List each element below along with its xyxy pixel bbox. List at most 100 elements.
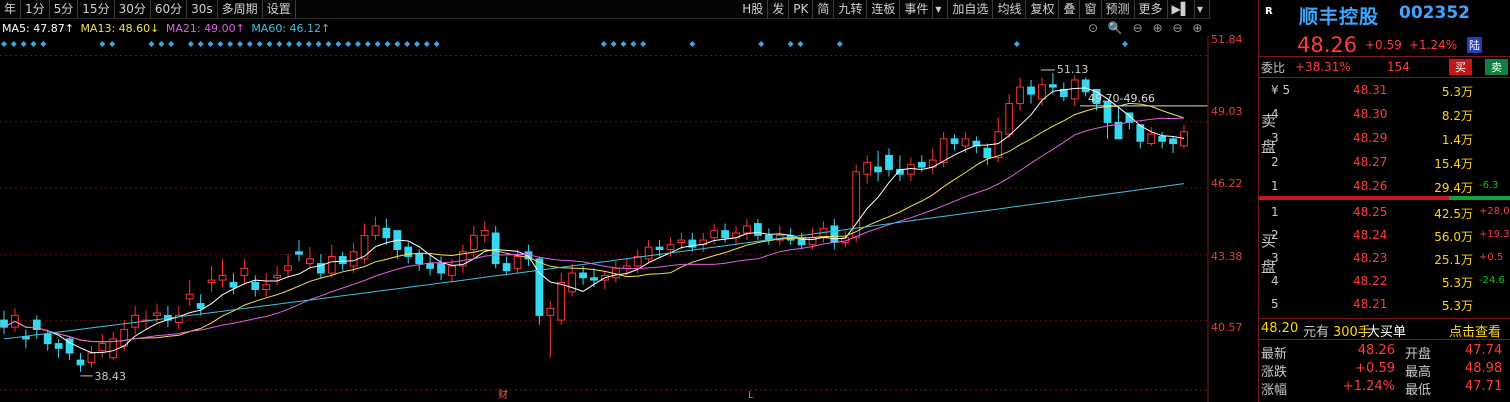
big-order-unit: 元有 xyxy=(1303,325,1330,340)
signal-diamond xyxy=(364,41,371,47)
period-tab[interactable]: 5分 xyxy=(50,0,79,18)
candle-body xyxy=(371,225,380,236)
period-tab[interactable]: 设置 xyxy=(263,0,296,18)
r-badge: R xyxy=(1265,6,1273,17)
signal-diamond xyxy=(384,41,391,47)
period-tab[interactable]: 60分 xyxy=(151,0,188,18)
period-tab[interactable]: 30s xyxy=(187,0,218,18)
price-tick: 43.38 xyxy=(1211,250,1243,263)
chart-function-tab[interactable]: H股 xyxy=(738,0,769,18)
signal-diamond xyxy=(797,41,804,47)
period-tab[interactable]: 30分 xyxy=(115,0,151,18)
signal-diamond xyxy=(10,41,17,47)
candle-body xyxy=(535,258,544,316)
chart-function-tab[interactable]: 简 xyxy=(813,0,835,18)
chart-function-tab[interactable]: 发 xyxy=(768,0,790,18)
candle-body xyxy=(153,312,161,316)
candle-body xyxy=(284,265,292,272)
signal-diamond xyxy=(237,41,243,47)
view-icon[interactable]: ⊙ xyxy=(1088,21,1098,35)
signal-diamond xyxy=(187,41,194,47)
candlestick-chart[interactable]: 51.13 38.43 49.70-49.66 财 L xyxy=(0,36,1258,402)
candle-body xyxy=(54,343,63,349)
orderbook-row[interactable]: 2 48.27 15.4万 xyxy=(1259,152,1510,174)
signal-diamond xyxy=(246,41,253,47)
candle-body xyxy=(1016,86,1024,105)
candle-body xyxy=(1147,133,1156,145)
stock-name: 顺丰控股 xyxy=(1299,6,1380,28)
candle-body xyxy=(295,251,303,255)
signal-diamond xyxy=(404,41,411,47)
signal-diamond xyxy=(433,41,440,47)
stat-value: +1.24% xyxy=(1342,379,1395,394)
orderbook-level: 5 xyxy=(1271,297,1279,311)
search-icon[interactable]: 🔍 xyxy=(1108,21,1123,35)
orderbook-row[interactable]: 3 48.23 25.1万 +0.5 xyxy=(1259,248,1510,270)
signal-diamond xyxy=(1013,41,1020,47)
orderbook-volume: 5.3万 xyxy=(1441,299,1473,313)
candle-body xyxy=(1070,79,1079,100)
orderbook-price: 48.29 xyxy=(1353,131,1388,145)
signal-diamond xyxy=(296,41,302,47)
candle-body xyxy=(43,333,52,345)
orderbook-row[interactable]: 2 48.24 56.0万 +19.3 xyxy=(1259,225,1510,247)
candle-body xyxy=(360,234,369,260)
signal-diamond xyxy=(99,41,106,47)
chart-function-tab[interactable]: 事件 xyxy=(900,0,934,18)
orderbook-row[interactable]: 1 48.25 42.5万 +28.0 xyxy=(1259,202,1510,224)
sell-button[interactable]: 卖 xyxy=(1485,59,1508,75)
candle-body xyxy=(677,239,686,243)
candle-body xyxy=(382,227,391,239)
candle-body xyxy=(491,232,500,265)
expand-panel-icon[interactable]: ▶▌ xyxy=(1168,0,1195,18)
orderbook-level: 2 xyxy=(1271,228,1279,242)
candle-body xyxy=(306,258,314,265)
candle-body xyxy=(754,223,762,236)
candle-body xyxy=(983,147,992,159)
view-big-order-link[interactable]: 点击查看 xyxy=(1449,321,1501,340)
chart-function-tab[interactable]: PK xyxy=(789,0,814,18)
orderbook-row[interactable]: 4 48.30 8.2万 xyxy=(1259,104,1510,126)
range-label: 49.70-49.66 xyxy=(1088,92,1155,105)
chart-function-tab[interactable]: 叠 xyxy=(1059,0,1081,18)
orderbook-row[interactable]: 3 48.29 1.4万 xyxy=(1259,128,1510,150)
expand-icon[interactable]: ⊕ xyxy=(1192,21,1202,35)
candle-body xyxy=(240,267,249,276)
big-order-text: 大买单 xyxy=(1367,325,1407,340)
shrink-icon[interactable]: ⊖ xyxy=(1172,21,1182,35)
period-tab[interactable]: 多周期 xyxy=(218,0,263,18)
candle-body xyxy=(480,230,489,236)
chart-function-tab[interactable]: 均线 xyxy=(993,0,1027,18)
candle-body xyxy=(262,284,271,290)
chart-function-tab[interactable]: 预测 xyxy=(1102,0,1135,18)
zoom-out-icon[interactable]: ⊖ xyxy=(1133,21,1143,35)
orderbook-row[interactable]: ¥ 5 48.31 5.3万 xyxy=(1259,80,1510,102)
candle-body xyxy=(338,256,347,265)
chart-function-tab[interactable]: 连板 xyxy=(867,0,901,18)
orderbook-row[interactable]: 4 48.22 5.3万 -24.6 xyxy=(1259,271,1510,293)
buy-button[interactable]: 买 xyxy=(1449,59,1472,75)
zoom-in-icon[interactable]: ⊕ xyxy=(1153,21,1163,35)
chart-function-tab[interactable]: 加自选 xyxy=(948,0,994,18)
ma-line-ma13 xyxy=(3,102,1185,343)
period-tab[interactable]: 1分 xyxy=(21,0,50,18)
chart-function-tab[interactable]: 更多 xyxy=(1135,0,1168,18)
period-tab[interactable]: 年 xyxy=(0,0,22,18)
orderbook-row[interactable]: 1 48.26 29.4万 -6.3 xyxy=(1259,176,1510,198)
chart-function-tab[interactable]: 复权 xyxy=(1026,0,1060,18)
signal-diamond xyxy=(276,41,283,47)
candle-body xyxy=(426,263,434,269)
signal-diamond xyxy=(109,41,116,47)
orderbook-volume: 5.3万 xyxy=(1441,85,1473,99)
chart-function-tab[interactable]: 九转 xyxy=(834,0,868,18)
dropdown-arrow-icon[interactable]: ▾ xyxy=(1195,0,1210,18)
dropdown-arrow-icon[interactable]: ▾ xyxy=(933,0,949,18)
candle-body xyxy=(655,246,664,250)
orderbook-level: 4 xyxy=(1271,274,1279,288)
orderbook-row[interactable]: 5 48.21 5.3万 xyxy=(1259,294,1510,316)
period-tab[interactable]: 15分 xyxy=(78,0,115,18)
orderbook-price: 48.26 xyxy=(1353,179,1388,193)
market-tag: 陆 xyxy=(1467,37,1482,53)
price-tick: 51.84 xyxy=(1211,33,1243,46)
chart-function-tab[interactable]: 窗 xyxy=(1080,0,1102,18)
